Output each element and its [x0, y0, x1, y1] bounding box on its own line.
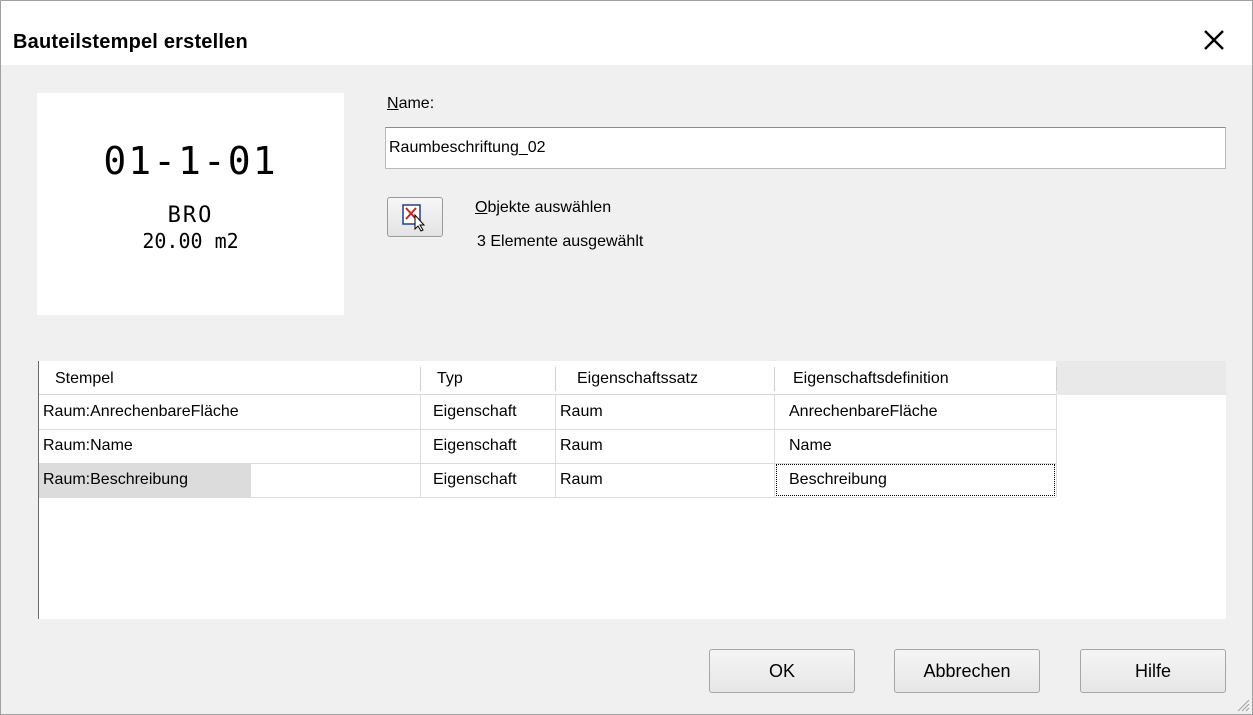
- cell-typ: Eigenschaft: [433, 403, 517, 420]
- cell-stempel: Raum:Name: [43, 437, 133, 454]
- selected-count-text: 3 Elemente ausgewählt: [477, 233, 644, 250]
- preview-room-area: 20.00 m2: [142, 229, 239, 253]
- preview-room-name: BRO: [167, 203, 214, 228]
- row-divider: [39, 463, 1056, 464]
- cell-typ: Eigenschaft: [433, 437, 517, 454]
- close-button[interactable]: [1191, 19, 1235, 59]
- column-divider: [1056, 395, 1057, 497]
- cell-eigenschaftsdefinition: Name: [789, 437, 832, 454]
- column-header-eigenschaftsdefinition[interactable]: Eigenschaftsdefinition: [775, 361, 1056, 395]
- column-header-typ[interactable]: Typ: [421, 361, 555, 395]
- ok-button[interactable]: OK: [709, 649, 855, 693]
- select-objects-button[interactable]: [387, 197, 443, 237]
- row-divider: [39, 497, 1056, 498]
- title-bar: Bauteilstempel erstellen: [1, 1, 1252, 65]
- select-objects-icon: [402, 204, 426, 232]
- cell-eigenschaftssatz: Raum: [560, 437, 603, 454]
- table-row-selected[interactable]: Raum:Beschreibung Eigenschaft Raum Besch…: [39, 463, 1056, 497]
- stamp-preview: 01-1-01 BRO 20.00 m2: [37, 93, 344, 315]
- cell-stempel: Raum:AnrechenbareFläche: [43, 403, 239, 420]
- column-divider: [774, 395, 775, 497]
- select-objects-label-text: bjekte auswählen: [487, 199, 612, 216]
- name-label: Name:: [387, 95, 434, 113]
- cell-eigenschaftssatz: Raum: [560, 403, 603, 420]
- preview-room-number: 01-1-01: [103, 139, 278, 183]
- cell-typ: Eigenschaft: [433, 471, 517, 488]
- grid-header: Stempel Typ Eigenschaftssatz Eigenschaft…: [39, 361, 1226, 395]
- create-stamp-dialog: Bauteilstempel erstellen 01-1-01 BRO 20.…: [0, 0, 1253, 715]
- help-button[interactable]: Hilfe: [1080, 649, 1226, 693]
- cell-eigenschaftsdefinition[interactable]: Beschreibung: [775, 463, 1056, 497]
- column-separator[interactable]: [1056, 367, 1057, 391]
- dialog-title: Bauteilstempel erstellen: [13, 31, 248, 53]
- table-row[interactable]: Raum:AnrechenbareFläche Eigenschaft Raum…: [39, 395, 1056, 429]
- resize-grip-icon[interactable]: [1234, 696, 1250, 712]
- cell-stempel: Raum:Beschreibung: [39, 463, 251, 497]
- column-divider: [420, 395, 421, 497]
- cell-eigenschaftsdefinition: AnrechenbareFläche: [789, 403, 938, 420]
- cell-eigenschaftssatz: Raum: [560, 471, 603, 488]
- column-header-stempel[interactable]: Stempel: [39, 361, 420, 395]
- close-x-icon: [1204, 30, 1224, 50]
- select-objects-hotkey: O: [475, 199, 488, 216]
- row-divider: [39, 429, 1056, 430]
- name-label-hotkey: N: [387, 95, 399, 112]
- column-header-eigenschaftssatz[interactable]: Eigenschaftssatz: [556, 361, 774, 395]
- name-label-text: ame:: [398, 95, 435, 112]
- cancel-button[interactable]: Abbrechen: [894, 649, 1040, 693]
- name-input[interactable]: [385, 127, 1226, 169]
- table-row[interactable]: Raum:Name Eigenschaft Raum Name: [39, 429, 1056, 463]
- stamp-properties-grid[interactable]: Stempel Typ Eigenschaftssatz Eigenschaft…: [38, 361, 1226, 619]
- column-divider: [555, 395, 556, 497]
- select-objects-label[interactable]: Objekte auswählen: [475, 199, 611, 217]
